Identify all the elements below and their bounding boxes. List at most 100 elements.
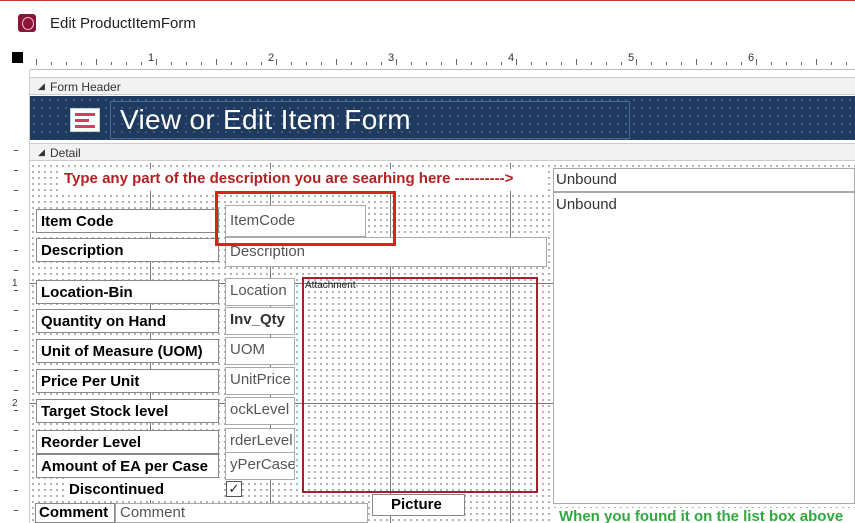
ruler-tick xyxy=(156,59,157,65)
found-hint-label: When you found it on the list box above xyxy=(553,508,855,523)
item-code-highlight xyxy=(215,191,396,246)
ruler-tick xyxy=(576,59,577,65)
attachment-label: Attachment xyxy=(305,280,356,291)
ruler-tick xyxy=(546,62,547,65)
ruler-tick xyxy=(14,470,18,471)
ruler-tick xyxy=(786,62,787,65)
reorder-level-field[interactable]: rderLevel xyxy=(225,428,295,454)
ruler-tick xyxy=(126,62,127,65)
price-per-unit-label: Price Per Unit xyxy=(36,369,219,393)
ruler-corner-selector[interactable] xyxy=(12,52,23,63)
ruler-tick xyxy=(14,310,18,311)
form-header-section-bar[interactable]: ◢ Form Header xyxy=(30,77,855,95)
ruler-tick xyxy=(651,62,652,65)
ruler-tick xyxy=(666,62,667,65)
ruler-number: 2 xyxy=(268,52,275,64)
ruler-tick xyxy=(636,59,637,65)
ruler-tick xyxy=(756,59,757,65)
ruler-tick xyxy=(14,290,18,291)
ruler-tick xyxy=(14,350,18,351)
ruler-tick xyxy=(486,62,487,65)
ruler-tick xyxy=(501,62,502,65)
ruler-tick xyxy=(381,62,382,65)
ruler-tick xyxy=(396,59,397,65)
ruler-tick xyxy=(696,59,697,65)
ruler-tick xyxy=(366,62,367,65)
ruler-tick xyxy=(831,62,832,65)
ruler-tick xyxy=(14,210,18,211)
ruler-tick xyxy=(14,190,18,191)
ruler-tick xyxy=(81,62,82,65)
ruler-tick xyxy=(261,62,262,65)
vertical-ruler: 1 2 xyxy=(0,70,30,523)
ruler-tick xyxy=(291,62,292,65)
results-listbox[interactable]: Unbound xyxy=(553,192,855,504)
attachment-control[interactable] xyxy=(302,277,538,493)
ruler-number: 5 xyxy=(628,52,635,64)
search-textbox[interactable]: Unbound xyxy=(553,168,855,192)
horizontal-ruler: 1 2 3 4 5 6 xyxy=(30,48,855,70)
target-stock-level-label: Target Stock level xyxy=(36,399,219,423)
ruler-tick xyxy=(741,62,742,65)
ruler-tick xyxy=(426,62,427,65)
form-icon[interactable] xyxy=(70,108,100,132)
ruler-tick xyxy=(351,62,352,65)
ruler-tick xyxy=(711,62,712,65)
item-code-label: Item Code xyxy=(36,209,219,233)
ruler-number: 1 xyxy=(148,52,155,64)
description-label: Description xyxy=(36,238,219,262)
ruler-tick xyxy=(246,62,247,65)
search-hint-label: Type any part of the description you are… xyxy=(60,169,548,191)
picture-label: Picture xyxy=(372,494,465,516)
app-logo-icon xyxy=(18,14,36,32)
ruler-tick xyxy=(14,150,18,151)
ruler-tick xyxy=(306,62,307,65)
ruler-tick xyxy=(186,62,187,65)
ruler-tick xyxy=(14,490,18,491)
ruler-tick xyxy=(141,62,142,65)
ruler-tick xyxy=(411,62,412,65)
ruler-tick xyxy=(471,62,472,65)
location-bin-label: Location-Bin xyxy=(36,280,219,304)
ruler-tick xyxy=(201,62,202,65)
ruler-tick xyxy=(14,330,18,331)
ruler-tick xyxy=(96,59,97,65)
ruler-number: 4 xyxy=(508,52,515,64)
ruler-tick xyxy=(14,270,18,271)
ruler-tick xyxy=(531,62,532,65)
uom-field[interactable]: UOM xyxy=(225,337,295,365)
ruler-tick xyxy=(14,510,18,511)
header-title[interactable]: View or Edit Item Form xyxy=(120,104,411,136)
stock-level-field[interactable]: ockLevel xyxy=(225,397,295,425)
comment-field[interactable]: Comment xyxy=(115,503,368,523)
ruler-number: 6 xyxy=(748,52,755,64)
form-header-label: Form Header xyxy=(50,80,121,94)
reorder-level-label: Reorder Level xyxy=(36,430,219,454)
ruler-tick xyxy=(14,390,18,391)
ruler-tick xyxy=(606,62,607,65)
ruler-tick xyxy=(561,62,562,65)
ruler-number: 1 xyxy=(12,278,18,289)
discontinued-checkbox[interactable]: ✓ xyxy=(226,481,242,497)
ruler-tick xyxy=(816,59,817,65)
comment-label: Comment xyxy=(35,503,115,523)
ruler-tick xyxy=(591,62,592,65)
detail-section-bar[interactable]: ◢ Detail xyxy=(30,143,855,161)
ruler-tick xyxy=(441,62,442,65)
ruler-tick xyxy=(321,62,322,65)
ruler-tick xyxy=(231,62,232,65)
ruler-tick xyxy=(51,62,52,65)
discontinued-label: Discontinued xyxy=(64,478,220,500)
ruler-tick xyxy=(14,430,18,431)
ruler-tick xyxy=(621,62,622,65)
ruler-tick xyxy=(801,62,802,65)
ruler-tick xyxy=(276,59,277,65)
ruler-tick xyxy=(171,62,172,65)
detail-label: Detail xyxy=(50,146,81,160)
qty-per-case-field[interactable]: yPerCase xyxy=(225,452,295,480)
inv-qty-field[interactable]: Inv_Qty xyxy=(225,307,295,335)
location-field[interactable]: Location xyxy=(225,278,295,306)
ruler-tick xyxy=(681,62,682,65)
unit-price-field[interactable]: UnitPrice xyxy=(225,367,295,395)
quantity-on-hand-label: Quantity on Hand xyxy=(36,309,219,333)
